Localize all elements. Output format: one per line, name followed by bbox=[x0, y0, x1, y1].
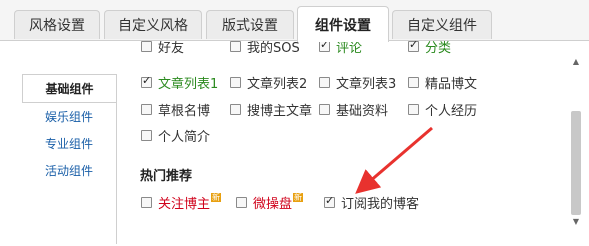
tab-component-settings[interactable]: 组件设置 bbox=[297, 6, 389, 42]
tab-label: 组件设置 bbox=[315, 17, 371, 34]
annotation-arrow-icon bbox=[355, 126, 433, 194]
